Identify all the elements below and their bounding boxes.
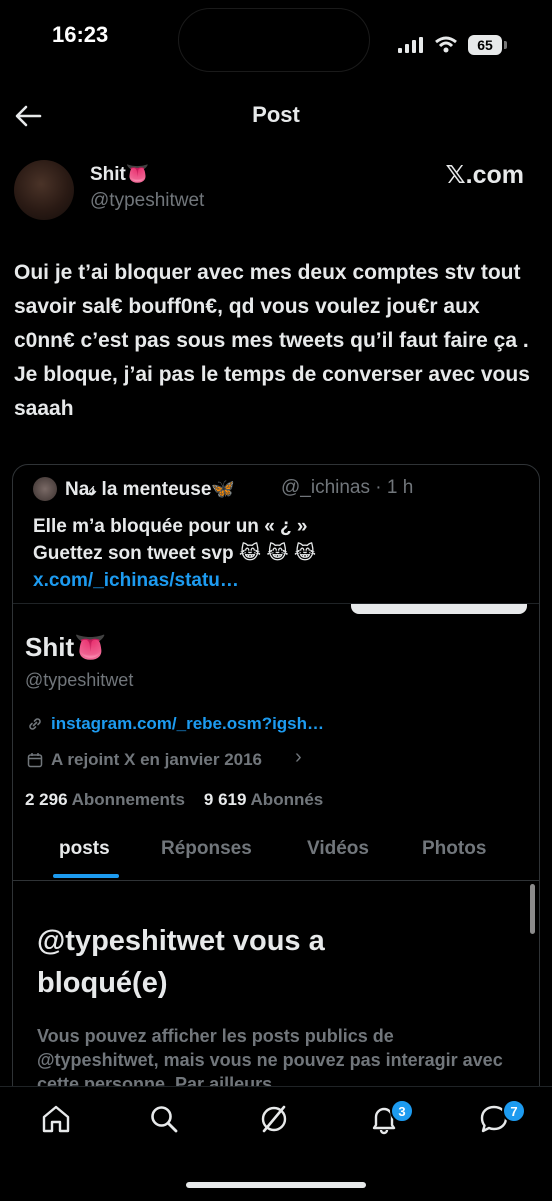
status-time: 16:23 [52,22,109,47]
tab-replies: Réponses [161,838,252,859]
tab-posts: posts [59,838,110,859]
home-icon[interactable] [40,1103,72,1135]
active-tab-indicator [53,874,119,878]
grok-icon[interactable] [258,1103,290,1135]
quote-text-prefix: Guettez son tweet svp 😹 😹 😹 [33,543,317,564]
page-title: Post [252,102,300,127]
battery-indicator: 65 [468,35,507,55]
dynamic-island [178,8,370,72]
messages-badge: 7 [502,1099,526,1123]
quote-text-line1: Elle m’a bloquée pour un « ¿ » [33,516,308,537]
author-name[interactable]: Shit👅 [90,162,150,186]
blocked-title: @typeshitwet vous a bloqué(e) [37,925,325,999]
quote-text: Elle m’a bloquée pour un « ¿ » Guettez s… [33,513,523,594]
quoted-post[interactable]: Na𝓈 la menteuse🦋 @_ichinas · 1 h Elle m’… [12,464,540,1146]
profile-website: instagram.com/_rebe.osm?igsh… [51,714,325,733]
signal-icon [398,37,423,53]
profile-handle: @typeshitwet [25,670,134,690]
tab-photos: Photos [422,838,487,859]
quote-author-name[interactable]: Na𝓈 la menteuse🦋 [65,477,235,501]
search-icon[interactable] [148,1103,180,1135]
profile-stats: 2 296 Abonnements 9 619 Abonnés [25,790,323,810]
followers-count: 9 619 [203,790,247,809]
avatar[interactable] [14,160,74,220]
quote-author-handle[interactable]: @_ichinas · 1 h [281,477,413,499]
profile-tabs: posts Réponses Vidéos Photos [13,826,539,881]
quote-text-line2: Guettez son tweet svp 😹 😹 😹 x.com/_ichin… [33,540,523,594]
chevron-right-icon: › [295,746,302,768]
followers-label: Abonnés [250,790,324,809]
wifi-icon [435,36,457,53]
author-handle[interactable]: @typeshitwet [90,190,204,212]
source-label: 𝕏.com [445,161,525,189]
profile-screenshot: Shit👅 @typeshitwet instagram.com/_rebe.o… [13,603,539,1145]
profile-name: Shit👅 [25,632,107,662]
screenshot-top-bar [351,604,527,614]
following-label: Abonnements [71,790,185,809]
profile-joined: A rejoint X en janvier 2016 [51,750,263,769]
quote-avatar[interactable] [33,477,57,501]
home-indicator [186,1182,366,1188]
quote-link[interactable]: x.com/_ichinas/statu… [33,570,239,591]
following-count: 2 296 [25,790,68,809]
link-icon [29,718,41,730]
post-text: Oui je t’ai bloquer avec mes deux compte… [14,261,530,420]
calendar-icon [27,753,43,768]
scrollbar [530,884,535,934]
tab-videos: Vidéos [307,838,369,859]
notifications-badge: 3 [390,1099,414,1123]
